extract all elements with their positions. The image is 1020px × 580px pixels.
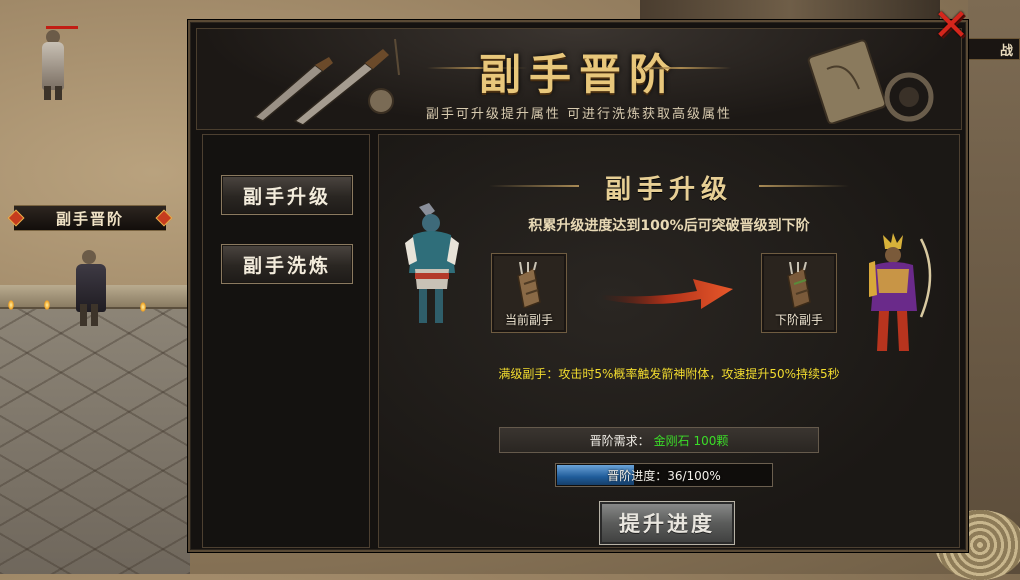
section-deco-right bbox=[759, 185, 849, 187]
quiver-icon bbox=[517, 262, 541, 308]
next-form-character bbox=[869, 233, 932, 351]
progress-bar: 晋阶进度：36/100% bbox=[555, 463, 773, 487]
panel-header: 副手晋阶 副手可升级提升属性 可进行洗炼获取高级属性 bbox=[196, 28, 962, 130]
max-level-effect: 满级副手：攻击时5%概率触发箭神附体，攻速提升50%持续5秒 bbox=[498, 367, 840, 381]
torch-flame bbox=[44, 300, 50, 310]
upgrade-description: 积累升级进度达到100%后可突破晋级到下阶 bbox=[528, 218, 810, 234]
offhand-advance-panel: 副手晋阶 副手可升级提升属性 可进行洗炼获取高级属性 副手升级 副手洗炼 副手升… bbox=[188, 20, 968, 552]
requirement-label: 晋阶需求： bbox=[589, 433, 650, 448]
requirement-value: 金刚石 100颗 bbox=[653, 433, 729, 448]
banner-gem-left bbox=[7, 209, 25, 227]
menu-offhand-refine-button[interactable]: 副手洗炼 bbox=[221, 244, 353, 284]
current-form-character bbox=[405, 203, 459, 323]
upgrade-arrow-icon bbox=[601, 279, 733, 309]
right-scenery bbox=[968, 0, 1020, 574]
top-scenery bbox=[640, 0, 940, 22]
banner-gem-right bbox=[155, 209, 173, 227]
npc-name-label: 副手晋阶 bbox=[55, 209, 124, 228]
close-icon[interactable]: ✕ bbox=[930, 4, 972, 48]
npc-name-banner: 副手晋阶 bbox=[7, 205, 173, 231]
menu-offhand-upgrade-button[interactable]: 副手升级 bbox=[221, 175, 353, 215]
sidebar-menu: 副手升级 副手洗炼 bbox=[202, 134, 370, 548]
improve-progress-button[interactable]: 提升进度 bbox=[599, 501, 735, 545]
torch-flame bbox=[140, 302, 146, 312]
current-offhand-label: 当前副手 bbox=[504, 313, 553, 327]
torch-flame bbox=[8, 300, 14, 310]
current-offhand-slot[interactable]: 当前副手 bbox=[491, 253, 567, 333]
next-offhand-slot[interactable]: 下阶副手 bbox=[761, 253, 837, 333]
archer-player[interactable] bbox=[20, 14, 80, 104]
next-offhand-label: 下阶副手 bbox=[774, 313, 823, 327]
npc-legs bbox=[80, 304, 98, 326]
progress-text: 晋阶进度：36/100% bbox=[607, 468, 721, 483]
player-legs bbox=[44, 86, 62, 100]
armored-npc[interactable] bbox=[60, 244, 120, 334]
upgrade-content: 副手升级 积累升级进度达到100%后可突破晋级到下阶 当前副手 下阶副手 满级副… bbox=[378, 134, 960, 548]
requirement-bar: 晋阶需求： 金刚石 100颗 bbox=[499, 427, 819, 453]
title-line-right bbox=[631, 67, 731, 69]
player-body bbox=[42, 42, 64, 90]
player-hp-bar bbox=[46, 26, 78, 29]
quiver-icon bbox=[787, 262, 811, 308]
upgrade-section-title: 副手升级 bbox=[604, 175, 733, 205]
scroll-decoration-icon bbox=[807, 39, 934, 124]
npc-head bbox=[82, 250, 96, 264]
